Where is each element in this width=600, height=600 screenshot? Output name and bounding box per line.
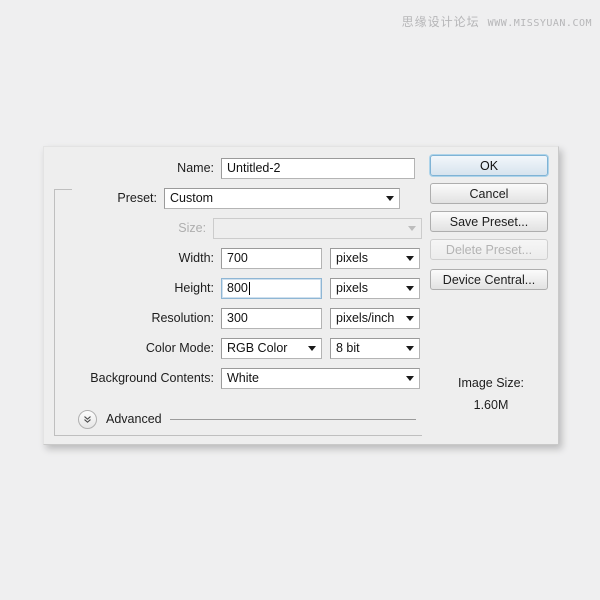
row-preset: Preset: Custom [50,187,422,209]
row-name: Name: Untitled-2 [50,157,422,179]
new-document-dialog: Name: Untitled-2 Preset: Custom Size: Wi… [43,146,559,445]
chevron-down-icon [406,285,414,291]
row-resolution: Resolution: 300 pixels/inch [50,307,422,329]
name-label: Name: [177,161,214,175]
image-size-block: Image Size: 1.60M [430,372,552,416]
row-height: Height: 800 pixels [50,277,422,299]
color-depth-select[interactable]: 8 bit [330,337,420,359]
chevron-double-down-icon[interactable] [78,409,97,429]
text-caret [248,281,250,295]
color-mode-value: RGB Color [227,341,288,355]
chevron-down-icon [406,345,414,351]
height-unit-select[interactable]: pixels [330,277,420,299]
height-input[interactable]: 800 [221,277,322,299]
watermark: 思缘设计论坛 WWW.MISSYUAN.COM [402,13,592,30]
row-color-mode: Color Mode: RGB Color 8 bit [50,337,422,359]
resolution-label: Resolution: [151,311,214,325]
name-input-value: Untitled-2 [227,161,281,175]
device-central-button[interactable]: Device Central... [430,269,548,290]
preset-select[interactable]: Custom [164,187,400,209]
image-size-value: 1.60M [473,398,509,412]
dialog-right-panel: OK Cancel Save Preset... Delete Preset..… [430,155,552,297]
image-size-label: Image Size: [457,376,524,390]
chevron-down-icon [406,375,414,381]
height-input-value: 800 [227,281,248,295]
height-label: Height: [174,281,214,295]
delete-preset-button: Delete Preset... [430,239,548,260]
cancel-button[interactable]: Cancel [430,183,548,204]
width-input-value: 700 [227,251,248,265]
resolution-unit-select[interactable]: pixels/inch [330,307,420,329]
chevron-down-icon [406,315,414,321]
advanced-label: Advanced [106,412,162,426]
resolution-unit-value: pixels/inch [336,311,395,325]
color-mode-select[interactable]: RGB Color [221,337,322,359]
watermark-cn-text: 思缘设计论坛 [401,15,480,29]
color-depth-value: 8 bit [336,341,360,355]
chevron-down-icon [408,225,416,231]
ok-button[interactable]: OK [430,155,548,176]
background-contents-value: White [227,371,259,385]
chevron-down-icon [406,255,414,261]
size-select [213,217,422,239]
preset-select-value: Custom [170,191,214,205]
chevron-down-icon [386,195,394,201]
chevron-down-icon [308,345,316,351]
width-label: Width: [178,251,214,265]
width-unit-select[interactable]: pixels [330,247,420,269]
advanced-section-header[interactable]: Advanced [78,409,418,429]
background-contents-select[interactable]: White [221,367,420,389]
size-label: Size: [178,221,207,235]
resolution-input-value: 300 [227,311,248,325]
row-background-contents: Background Contents: White [50,367,422,389]
row-size: Size: [50,217,422,239]
background-contents-label: Background Contents: [90,371,214,385]
row-width: Width: 700 pixels [50,247,422,269]
watermark-url-text: WWW.MISSYUAN.COM [487,18,592,29]
color-mode-label: Color Mode: [145,341,214,355]
height-unit-value: pixels [336,281,368,295]
preset-label: Preset: [117,191,157,205]
name-input[interactable]: Untitled-2 [221,157,415,179]
width-input[interactable]: 700 [221,247,322,269]
save-preset-button[interactable]: Save Preset... [430,211,548,232]
advanced-divider [169,418,416,420]
dialog-left-panel: Name: Untitled-2 Preset: Custom Size: Wi… [50,151,422,439]
resolution-input[interactable]: 300 [221,307,322,329]
width-unit-value: pixels [336,251,368,265]
